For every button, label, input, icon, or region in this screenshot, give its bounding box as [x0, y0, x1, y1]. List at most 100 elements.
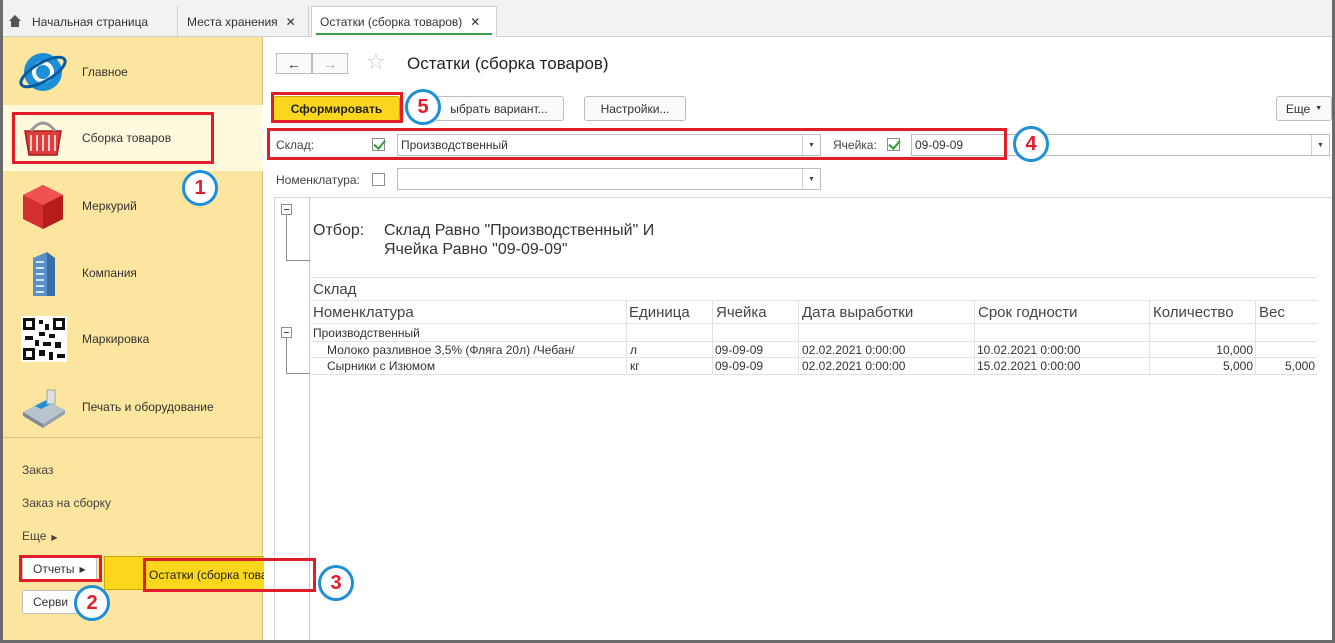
sidebar-divider — [3, 437, 263, 438]
group-bracket — [286, 260, 310, 261]
tab-label: Места хранения — [187, 14, 278, 29]
column-header: Срок годности — [978, 304, 1078, 321]
sidebar-item-printing[interactable]: Печать и оборудование — [3, 374, 263, 440]
back-button[interactable]: ← — [276, 53, 312, 74]
column-header: Номенклатура — [313, 304, 414, 321]
sidebar-item-label: Печать и оборудование — [82, 400, 214, 414]
tab-bar: Начальная страница Места хранения ✕ Оста… — [0, 0, 1335, 37]
close-icon[interactable]: ✕ — [286, 15, 296, 29]
filter-label: Отбор: — [313, 222, 365, 239]
column-divider — [1149, 301, 1150, 374]
tab-stock-report[interactable]: Остатки (сборка товаров) ✕ — [311, 6, 497, 37]
annotation-badge-5: 5 — [405, 89, 441, 125]
sidebar-link-assembly-order[interactable]: Заказ на сборку — [22, 496, 111, 510]
service-button[interactable]: Серви — [22, 590, 80, 614]
page-title: Остатки (сборка товаров) — [407, 54, 609, 73]
dropdown-button[interactable]: ▼ — [802, 169, 820, 189]
row-divider — [311, 341, 1317, 342]
column-header: Дата выработки — [802, 304, 914, 321]
table-cell: кг — [630, 359, 640, 373]
table-cell: Молоко разливное 3,5% (Фляга 20л) /Чебан… — [327, 343, 575, 357]
pos-terminal-icon — [23, 389, 65, 428]
favorite-star-icon[interactable]: ☆ — [366, 49, 386, 75]
row-divider — [311, 374, 1317, 375]
collapse-minus-icon[interactable] — [281, 204, 292, 215]
column-header: Количество — [1153, 304, 1234, 321]
dropdown-button[interactable]: ▼ — [1311, 135, 1329, 155]
table-header: Номенклатура Единица Ячейка Дата выработ… — [311, 301, 1317, 324]
home-icon — [8, 15, 22, 28]
sidebar-item-label: Сборка товаров — [82, 131, 172, 145]
table-cell: л — [630, 343, 638, 357]
column-divider — [974, 301, 975, 374]
annotation-badge-4: 4 — [1013, 126, 1049, 162]
triangle-right-icon: ▶ — [79, 564, 86, 574]
choose-variant-button[interactable]: ыбрать вариант... — [434, 96, 564, 121]
warehouse-checkbox[interactable] — [372, 138, 385, 151]
sidebar-item-label: Маркировка — [82, 332, 150, 346]
button-label: Отчеты — [33, 562, 75, 576]
filter-line-1: Склад Равно "Производственный" И — [384, 222, 655, 239]
triangle-right-icon: ▶ — [51, 533, 58, 542]
generate-button[interactable]: Сформировать — [273, 96, 400, 121]
sidebar-item-label: Меркурий — [82, 199, 137, 213]
table-cell: 5,000 — [1284, 359, 1315, 373]
reports-button[interactable]: Отчеты ▶ — [22, 557, 97, 581]
table-cell: 10,000 — [1216, 343, 1253, 357]
sidebar-item-mercury[interactable]: Меркурий — [3, 173, 263, 239]
collapse-minus-icon[interactable] — [281, 327, 292, 338]
settings-button[interactable]: Настройки... — [584, 96, 686, 121]
annotation-badge-1: 1 — [182, 170, 218, 206]
group-header-cell: Склад — [313, 281, 357, 298]
cube-icon — [23, 185, 63, 229]
column-divider — [626, 301, 627, 374]
basket-icon — [24, 121, 62, 156]
table-cell: Сырники с Изюмом — [327, 359, 436, 373]
report-margin-line — [309, 198, 310, 643]
chevron-down-icon: ▼ — [808, 141, 815, 149]
column-header: Ячейка — [716, 304, 767, 321]
tab-storage-places[interactable]: Места хранения ✕ — [179, 6, 309, 37]
chevron-down-icon: ▼ — [808, 175, 815, 183]
group-bracket — [286, 338, 287, 373]
sidebar-item-main[interactable]: Главное — [3, 39, 263, 105]
sidebar-item-company[interactable]: Компания — [3, 240, 263, 306]
arrow-right-icon: → — [323, 55, 337, 72]
row-divider — [311, 357, 1317, 358]
cell-field[interactable]: 09-09-09 ▼ — [911, 134, 1330, 156]
cell-label: Ячейка: — [833, 138, 877, 152]
tab-home[interactable]: Начальная страница — [0, 6, 178, 37]
chevron-down-icon: ▼ — [1317, 141, 1324, 149]
dropdown-button[interactable]: ▼ — [802, 135, 820, 155]
building-icon — [33, 252, 55, 296]
tab-label: Начальная страница — [32, 14, 149, 29]
arrow-left-icon: ← — [287, 55, 301, 72]
group-bracket — [286, 373, 310, 374]
sidebar-link-order[interactable]: Заказ — [22, 463, 53, 477]
column-divider — [712, 301, 713, 374]
tab-label: Остатки (сборка товаров) — [320, 15, 463, 29]
main-panel: ← → ☆ Остатки (сборка товаров) Сформиров… — [264, 37, 1332, 643]
sidebar-item-marking[interactable]: Маркировка — [3, 306, 263, 372]
sidebar-link-more[interactable]: Еще ▶ — [22, 529, 58, 543]
group-bracket — [286, 215, 287, 260]
more-button[interactable]: Еще ▼ — [1276, 96, 1332, 121]
column-divider — [798, 301, 799, 374]
button-label: Еще — [1285, 101, 1311, 116]
globe-icon — [19, 53, 67, 91]
table-cell: 09-09-09 — [715, 343, 764, 357]
close-icon[interactable]: ✕ — [470, 15, 480, 29]
warehouse-field[interactable]: Производственный ▼ — [397, 134, 821, 156]
sidebar-item-assembly[interactable]: Сборка товаров — [3, 105, 263, 171]
report-area: Отбор: Склад Равно "Производственный" И … — [274, 197, 1332, 643]
column-divider — [1255, 301, 1256, 374]
cell-checkbox[interactable] — [887, 138, 900, 151]
table-cell: 5,000 — [1222, 359, 1253, 373]
annotation-badge-2: 2 — [74, 585, 110, 621]
column-header: Вес — [1259, 304, 1285, 321]
forward-button[interactable]: → — [312, 53, 348, 74]
table-cell: 10.02.2021 0:00:00 — [977, 343, 1081, 357]
nomenclature-field[interactable]: ▼ — [397, 168, 821, 190]
nomenclature-checkbox[interactable] — [372, 173, 385, 186]
sidebar-item-label: Компания — [82, 266, 137, 280]
